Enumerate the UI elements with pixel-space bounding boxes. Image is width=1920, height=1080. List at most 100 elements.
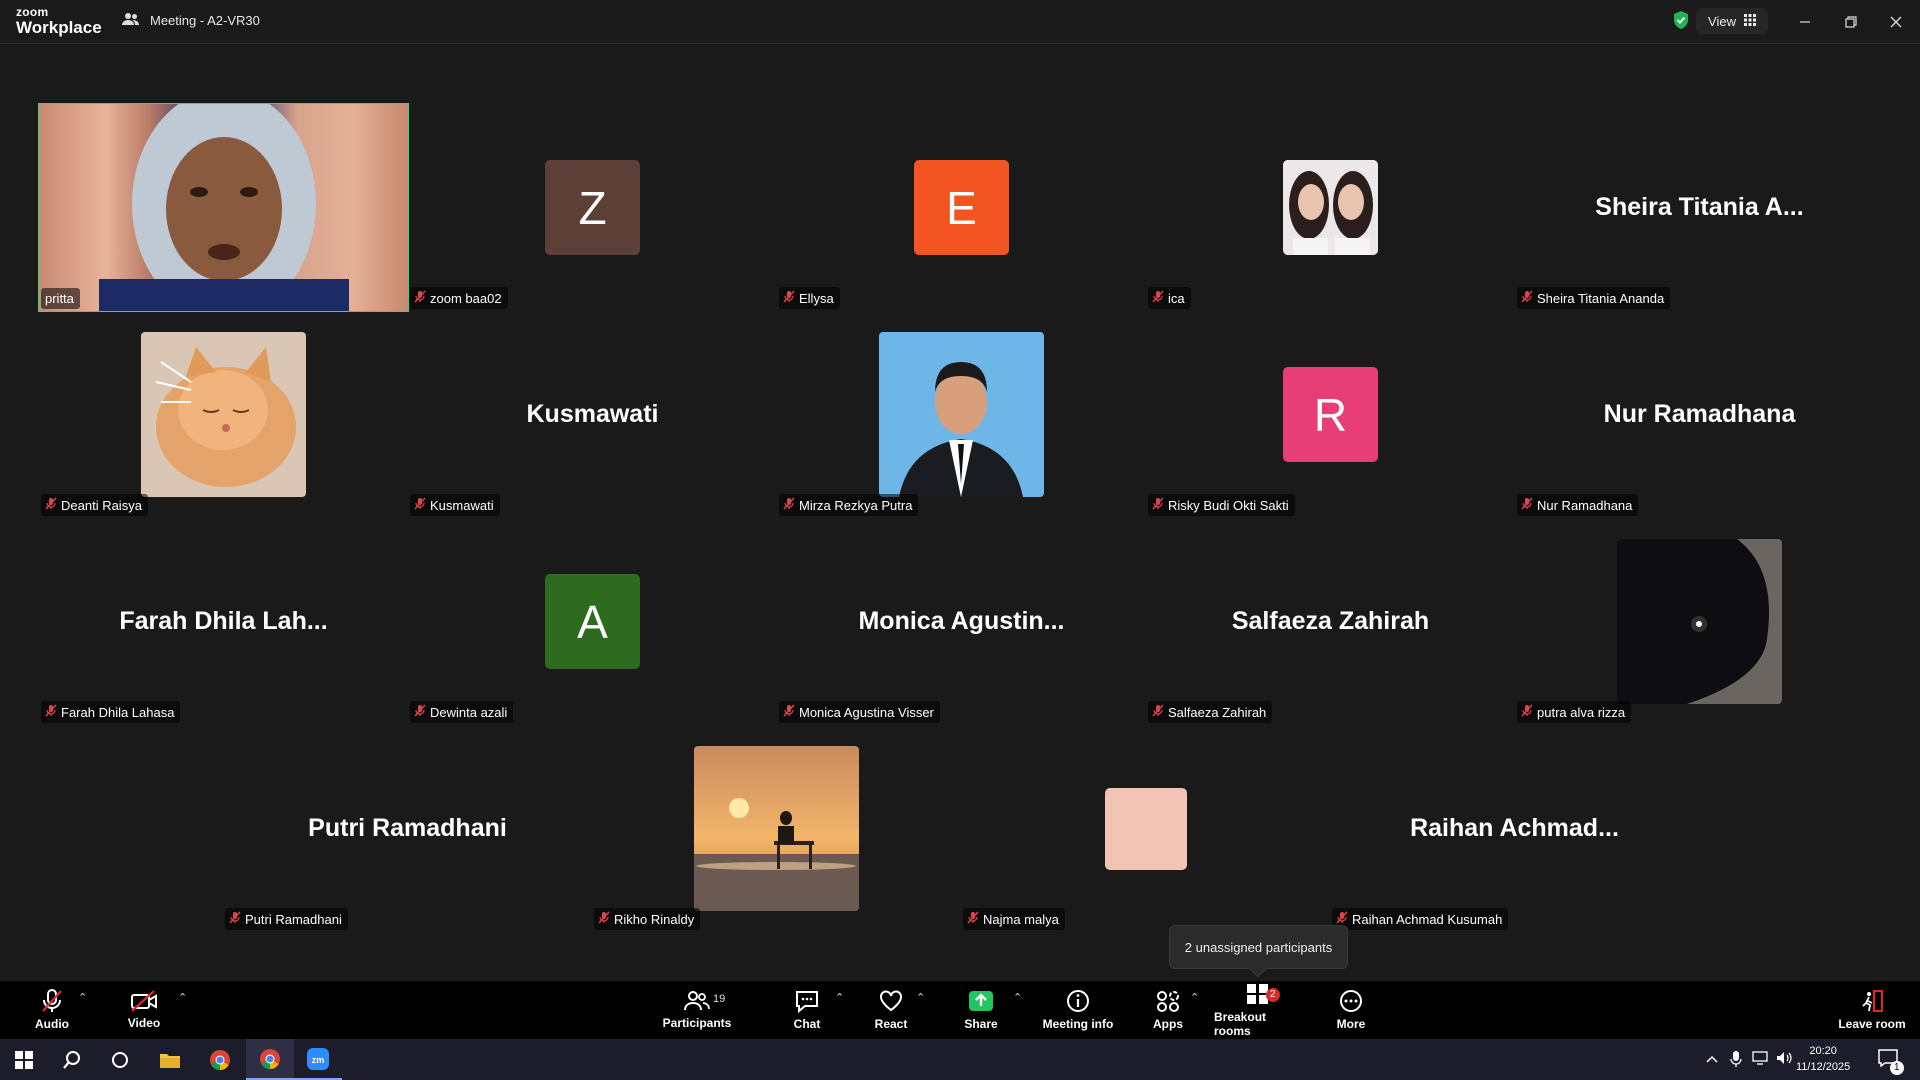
windows-start-icon[interactable] <box>0 1039 48 1080</box>
search-icon[interactable] <box>48 1039 96 1080</box>
cortana-icon[interactable] <box>96 1039 144 1080</box>
title-bar: zoom Workplace Meeting - A2-VR30 View <box>0 0 1920 44</box>
video-button[interactable]: Video <box>120 981 168 1039</box>
mic-muted-icon <box>229 911 241 927</box>
participant-tile[interactable]: Kusmawati Kusmawati <box>408 311 777 518</box>
clock-time: 20:20 <box>1809 1045 1837 1057</box>
zoom-app-icon[interactable]: zm <box>294 1039 342 1080</box>
participant-tile[interactable]: pritta <box>38 103 409 312</box>
profile-photo <box>879 332 1044 497</box>
avatar <box>1104 787 1187 870</box>
audio-label: Audio <box>35 1017 69 1031</box>
participant-name-tag: ica <box>1148 287 1191 309</box>
participants-button[interactable]: Participants <box>660 981 734 1039</box>
chevron-up-icon[interactable] <box>1706 1051 1718 1069</box>
participant-name: Risky Budi Okti Sakti <box>1168 497 1289 513</box>
meeting-toolbar: Audio ⌃ Video ⌃ Participants 19 Chat ⌃ R… <box>0 981 1920 1039</box>
audio-button[interactable]: Audio <box>28 981 76 1039</box>
participant-tile[interactable]: R Risky Budi Okti Sakti <box>1146 311 1515 518</box>
participants-icon <box>684 991 710 1011</box>
participant-name-tag: Monica Agustina Visser <box>779 701 940 723</box>
participant-name-tag: Nur Ramadhana <box>1517 494 1639 516</box>
volume-icon[interactable] <box>1776 1051 1792 1070</box>
participant-name: Rikho Rinaldy <box>614 911 695 927</box>
mic-muted-icon <box>967 911 979 927</box>
participant-tile[interactable]: putra alva rizza <box>1515 518 1884 725</box>
participant-tile[interactable]: Monica Agustin... Monica Agustina Visser <box>777 518 1146 725</box>
participant-tile[interactable]: E Ellysa <box>777 104 1146 311</box>
participant-tile[interactable]: Salfaeza Zahirah Salfaeza Zahirah <box>1146 518 1515 725</box>
participant-name-tag: Deanti Raisya <box>41 494 148 516</box>
participant-name: Dewinta azali <box>430 704 508 720</box>
person-video-image <box>99 104 349 311</box>
chrome-icon[interactable] <box>196 1039 244 1080</box>
participant-tile[interactable]: Deanti Raisya <box>39 311 408 518</box>
participant-tile[interactable]: Sheira Titania A... Sheira Titania Anand… <box>1515 104 1884 311</box>
file-explorer-icon[interactable] <box>146 1039 194 1080</box>
logo-top-text: zoom <box>16 5 49 19</box>
participant-name: Salfaeza Zahirah <box>1168 704 1267 720</box>
close-icon[interactable] <box>1884 10 1908 34</box>
avatar: R <box>1283 367 1378 462</box>
restore-icon[interactable] <box>1839 10 1863 34</box>
participant-tile[interactable]: A Dewinta azali <box>408 518 777 725</box>
react-button[interactable]: React <box>864 981 918 1039</box>
meeting-info-button[interactable]: Meeting info <box>1038 981 1118 1039</box>
participant-tile[interactable]: Farah Dhila Lah... Farah Dhila Lahasa <box>39 518 408 725</box>
participant-name: zoom baa02 <box>430 290 502 306</box>
participant-tile[interactable]: Najma malya <box>961 725 1330 932</box>
chevron-up-icon[interactable]: ⌃ <box>78 991 87 1004</box>
participant-tile[interactable]: Nur Ramadhana Nur Ramadhana <box>1515 311 1884 518</box>
participant-name: Nur Ramadhana <box>1537 497 1633 513</box>
avatar-letter: R <box>1313 388 1348 441</box>
microphone-icon[interactable] <box>1730 1051 1742 1072</box>
chevron-up-icon[interactable]: ⌃ <box>1190 991 1199 1004</box>
participant-name-tag: pritta <box>41 288 80 309</box>
participant-name: Sheira Titania Ananda <box>1537 290 1665 306</box>
participant-name-tag: Putri Ramadhani <box>225 908 348 930</box>
video-feed <box>39 104 408 311</box>
avatar: Z <box>545 160 640 255</box>
view-button[interactable]: View <box>1696 8 1768 34</box>
apps-label: Apps <box>1153 1017 1183 1031</box>
participant-tile[interactable]: Mirza Rezkya Putra <box>777 311 1146 518</box>
apps-button[interactable]: Apps <box>1143 981 1193 1039</box>
participant-name-tag: putra alva rizza <box>1517 701 1632 723</box>
chevron-up-icon[interactable]: ⌃ <box>178 991 187 1004</box>
minimize-icon[interactable] <box>1793 10 1817 34</box>
chevron-up-icon[interactable]: ⌃ <box>916 991 925 1004</box>
participant-name: ica <box>1168 290 1185 306</box>
chrome-active-icon[interactable] <box>246 1039 294 1080</box>
chat-label: Chat <box>793 1017 821 1031</box>
leave-room-button[interactable]: Leave room <box>1836 981 1908 1039</box>
chevron-up-icon[interactable]: ⌃ <box>1013 991 1022 1004</box>
grid-icon <box>1743 13 1756 29</box>
more-button[interactable]: More <box>1326 981 1376 1039</box>
chevron-up-icon[interactable]: ⌃ <box>835 991 844 1004</box>
participant-tile[interactable]: Raihan Achmad... Raihan Achmad Kusumah <box>1330 725 1699 932</box>
profile-photo <box>1283 160 1378 255</box>
mic-muted-icon <box>1152 497 1164 513</box>
gallery-view: pritta Z zoom baa02 E Ellysa ica Sheira … <box>0 44 1920 981</box>
avatar-letter: Z <box>578 181 607 234</box>
network-icon[interactable] <box>1752 1051 1768 1070</box>
svg-text:zm: zm <box>312 1055 325 1065</box>
share-screen-icon <box>969 991 993 1011</box>
participant-name-tag: Kusmawati <box>410 494 500 516</box>
view-label: View <box>1708 13 1736 29</box>
participant-tile[interactable]: Z zoom baa02 <box>408 104 777 311</box>
more-label: More <box>1336 1017 1366 1031</box>
breakout-rooms-button[interactable]: Breakout rooms <box>1214 981 1302 1039</box>
participant-display-name: Monica Agustin... <box>858 607 1065 635</box>
participant-tile[interactable]: ica <box>1146 104 1515 311</box>
participant-name: pritta <box>45 291 74 306</box>
share-button[interactable]: Share <box>954 981 1008 1039</box>
shield-icon[interactable] <box>1672 10 1690 35</box>
participant-tile[interactable]: Rikho Rinaldy <box>592 725 961 932</box>
participant-tile[interactable]: Putri Ramadhani Putri Ramadhani <box>223 725 592 932</box>
breakout-label: Breakout rooms <box>1214 1010 1267 1038</box>
mic-muted-icon <box>45 497 57 513</box>
chat-button[interactable]: Chat <box>780 981 834 1039</box>
breakout-tooltip: 2 unassigned participants <box>1169 925 1348 978</box>
clock[interactable]: 20:20 11/12/2025 <box>1796 1043 1850 1075</box>
